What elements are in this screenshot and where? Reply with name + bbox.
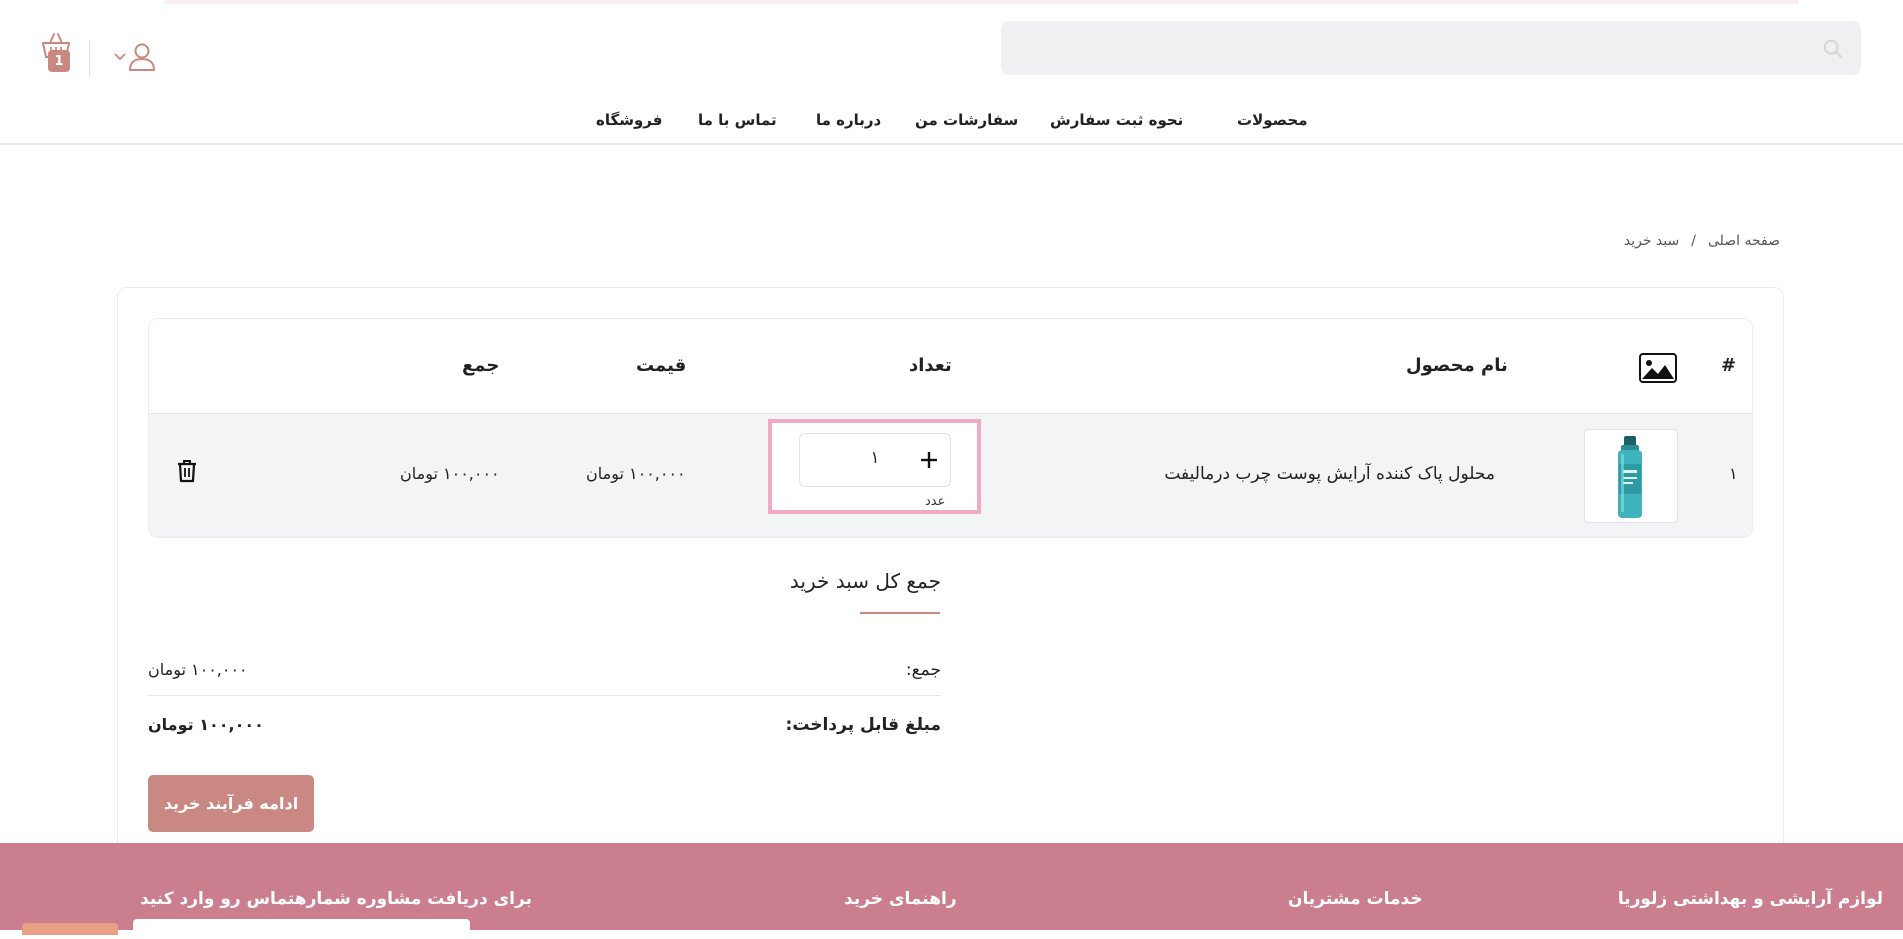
footer-col-shopping-guide: راهنمای خرید xyxy=(844,889,957,909)
breadcrumb-home[interactable]: صفحه اصلی xyxy=(1708,233,1780,249)
nav-item-contact[interactable]: تماس با ما xyxy=(698,100,777,140)
row-product-name[interactable]: محلول پاک کننده آرایش پوست چرب درمالیفت xyxy=(1164,464,1495,484)
subtotal-label: جمع: xyxy=(905,660,941,680)
th-index: # xyxy=(1721,355,1737,376)
row-price: ۱۰۰,۰۰۰ تومان xyxy=(586,464,686,483)
top-strip xyxy=(0,0,1903,10)
nav-item-my-orders[interactable]: سفارشات من xyxy=(915,100,1018,140)
quantity-value[interactable]: ۱ xyxy=(855,448,895,468)
summary-divider xyxy=(148,695,941,696)
checkout-button[interactable]: ادامه فرآیند خرید xyxy=(148,775,314,832)
nav-item-products[interactable]: محصولات xyxy=(1237,100,1308,140)
trash-icon xyxy=(178,459,196,482)
row-index: ۱ xyxy=(1729,464,1738,483)
product-image[interactable] xyxy=(1584,429,1678,523)
table-row: ۱ محلول پاک کننده آرایش پوست چرب درمالیف… xyxy=(149,413,1752,537)
nav-item-order-guide[interactable]: نحوه ثبت سفارش xyxy=(1050,100,1183,140)
breadcrumb: صفحه اصلی / سبد خرید xyxy=(1624,233,1780,249)
chevron-down-icon xyxy=(114,53,126,61)
cart-table-header: # نام محصول تعداد قیمت جمع xyxy=(149,319,1752,413)
quantity-plus-button[interactable] xyxy=(914,445,944,475)
th-product-name: نام محصول xyxy=(1406,355,1508,376)
search-icon[interactable] xyxy=(1822,38,1844,60)
footer-col-customer-service: خدمات مشتریان xyxy=(1288,889,1423,909)
remove-item-button[interactable] xyxy=(174,458,200,486)
nav-item-about[interactable]: درباره ما xyxy=(816,100,881,140)
th-price: قیمت xyxy=(636,355,687,376)
subtotal-value: ۱۰۰,۰۰۰ تومان xyxy=(148,660,248,679)
product-bottle-icon xyxy=(1618,436,1642,518)
site-footer: لوازم آرایشی و بهداشتی زلوریا خدمات مشتر… xyxy=(0,843,1903,939)
nav-item-shop[interactable]: فروشگاه xyxy=(596,100,662,140)
search-input[interactable] xyxy=(1001,21,1861,75)
header-divider xyxy=(89,40,90,76)
footer-submit-button[interactable] xyxy=(22,923,118,935)
search-box[interactable] xyxy=(1001,21,1861,75)
th-total: جمع xyxy=(462,355,500,376)
row-total: ۱۰۰,۰۰۰ تومان xyxy=(400,464,500,483)
summary-underline xyxy=(860,612,940,614)
th-quantity: تعداد xyxy=(909,355,952,376)
site-header: 1 محصولات نحوه ثبت سفارش سفارشات من دربا… xyxy=(0,10,1903,145)
footer-col-consultation: برای دریافت مشاوره شمارهتماس رو وارد کنی… xyxy=(140,889,532,909)
summary-title: جمع کل سبد خرید xyxy=(789,569,941,593)
consultation-phone-input[interactable] xyxy=(133,919,470,939)
payable-label: مبلغ قابل پرداخت: xyxy=(785,715,941,735)
cart-button[interactable]: 1 xyxy=(28,32,72,76)
top-strip-inner xyxy=(165,0,1799,4)
main-nav: محصولات نحوه ثبت سفارش سفارشات من درباره… xyxy=(0,100,1903,140)
user-icon xyxy=(129,43,155,71)
quantity-unit: عدد xyxy=(925,494,946,509)
quantity-stepper[interactable]: ۱ xyxy=(799,433,951,487)
breadcrumb-separator: / xyxy=(1691,233,1696,249)
cart-table: # نام محصول تعداد قیمت جمع ۱ محلول پاک ک xyxy=(148,318,1753,538)
plus-icon xyxy=(921,452,937,468)
payable-value: ۱۰۰,۰۰۰ تومان xyxy=(148,715,264,734)
subtotal-row: جمع: ۱۰۰,۰۰۰ تومان xyxy=(148,645,941,695)
footer-col-brand: لوازم آرایشی و بهداشتی زلوریا xyxy=(1617,889,1883,909)
payable-row: مبلغ قابل پرداخت: ۱۰۰,۰۰۰ تومان xyxy=(148,700,941,750)
image-icon xyxy=(1639,353,1677,383)
breadcrumb-current: سبد خرید xyxy=(1623,233,1680,249)
user-menu-button[interactable] xyxy=(114,40,160,74)
cart-count-badge: 1 xyxy=(48,50,70,72)
